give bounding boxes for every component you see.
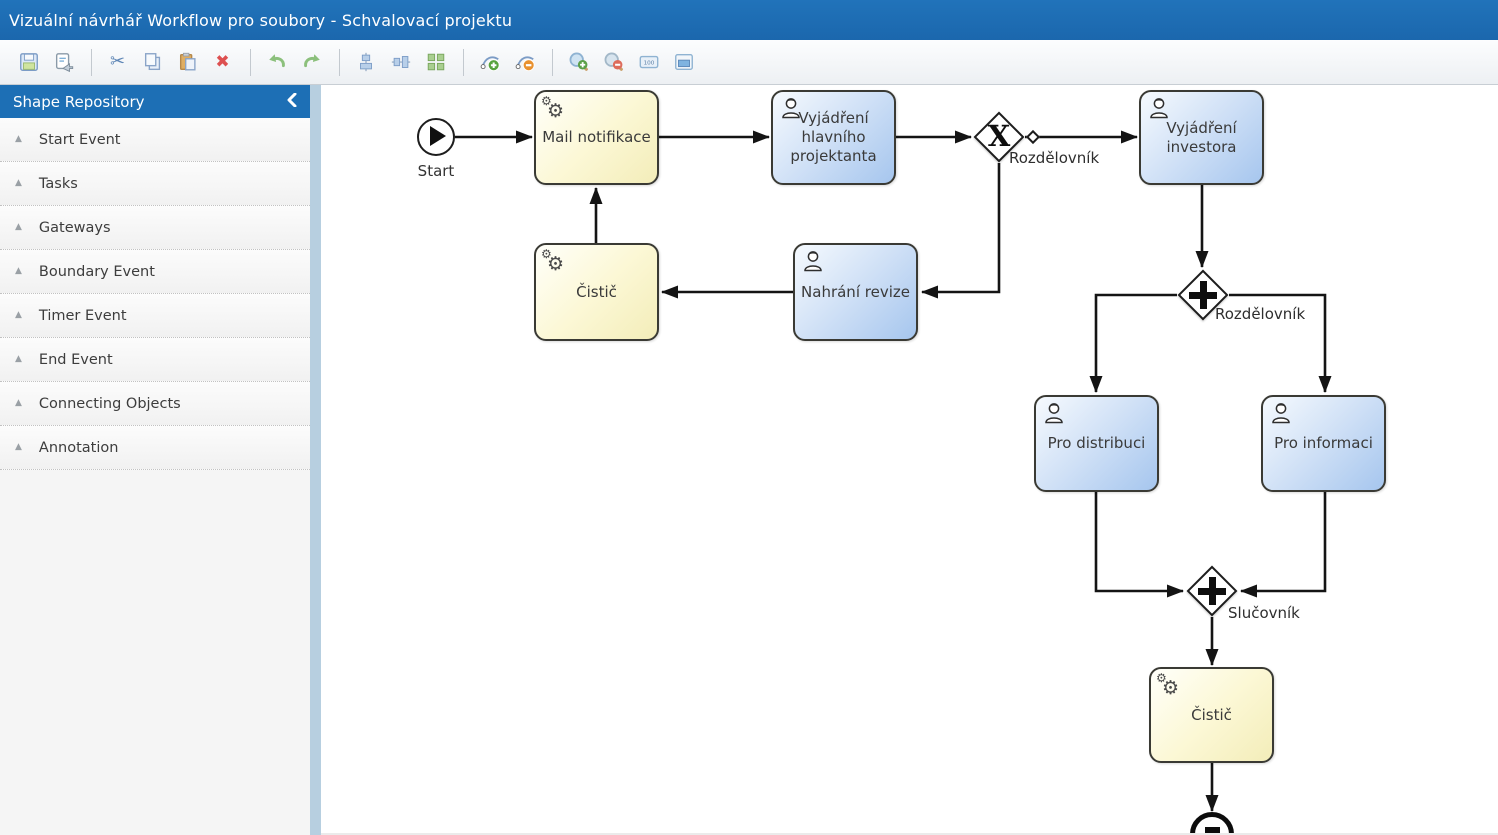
- toolbar-separator: [250, 49, 251, 76]
- collapse-triangle-icon: ▲: [15, 443, 22, 452]
- sidebar-item-connecting-objects[interactable]: ▲ Connecting Objects: [0, 382, 310, 426]
- collapse-triangle-icon: ▲: [15, 399, 22, 408]
- exclusive-gateway-x-icon: X: [988, 122, 1011, 153]
- panel-splitter[interactable]: [310, 85, 321, 835]
- parallel-gateway-plus-icon: [1189, 281, 1217, 309]
- collapse-triangle-icon: ▲: [15, 311, 22, 320]
- chevron-left-icon[interactable]: [287, 93, 297, 111]
- zoom-in-icon[interactable]: [562, 47, 595, 77]
- toolbar-separator: [91, 49, 92, 76]
- flow-split-to-distribuci[interactable]: [1096, 295, 1177, 392]
- toolbar-separator: [463, 49, 464, 76]
- align-vertical-icon[interactable]: [349, 47, 382, 77]
- same-size-icon[interactable]: [419, 47, 452, 77]
- sidebar-item-annotation[interactable]: ▲ Annotation: [0, 426, 310, 470]
- task-label: Čistič: [576, 283, 617, 302]
- toolbar-separator: [339, 49, 340, 76]
- task-cistic-final[interactable]: ⚙⚙ Čistič: [1149, 667, 1274, 763]
- collapse-triangle-icon: ▲: [15, 135, 22, 144]
- task-cistic-revize[interactable]: ⚙⚙ Čistič: [534, 243, 659, 341]
- gateway-label: Rozdělovník: [1009, 149, 1099, 167]
- add-bendpoint-icon[interactable]: [473, 47, 506, 77]
- user-task-person-icon: [1147, 96, 1171, 125]
- task-vyjadreni-projektanta[interactable]: Vyjádření hlavního projektanta: [771, 90, 896, 185]
- collapse-triangle-icon: ▲: [15, 179, 22, 188]
- sidebar-item-end-event[interactable]: ▲ End Event: [0, 338, 310, 382]
- sidebar-item-tasks[interactable]: ▲ Tasks: [0, 162, 310, 206]
- save-icon[interactable]: [12, 47, 45, 77]
- service-task-gear-icon: ⚙⚙: [542, 249, 568, 275]
- service-task-gear-icon: ⚙⚙: [542, 96, 568, 122]
- task-pro-distribuci[interactable]: Pro distribuci: [1034, 395, 1159, 492]
- flow-distribuci-to-join[interactable]: [1096, 492, 1183, 591]
- start-event-icon: [417, 118, 455, 156]
- diagram-canvas[interactable]: Start ⚙⚙ Mail notifikace Vyjádření hlavn…: [321, 85, 1498, 835]
- collapse-triangle-icon: ▲: [15, 355, 22, 364]
- copy-icon[interactable]: [136, 47, 169, 77]
- user-task-person-icon: [1042, 401, 1066, 430]
- task-label: Nahrání revize: [801, 283, 910, 302]
- redo-icon[interactable]: [295, 47, 328, 77]
- gateway-label: Slučovník: [1228, 604, 1300, 622]
- main-toolbar: ✂ ✖ 100: [0, 40, 1498, 85]
- toolbar-separator: [552, 49, 553, 76]
- user-task-person-icon: [779, 96, 803, 125]
- sidebar-item-start-event[interactable]: ▲ Start Event: [0, 118, 310, 162]
- service-task-gear-icon: ⚙⚙: [1157, 673, 1183, 699]
- shape-repository-header[interactable]: Shape Repository: [0, 85, 310, 118]
- sidebar-item-gateways[interactable]: ▲ Gateways: [0, 206, 310, 250]
- task-pro-informaci[interactable]: Pro informaci: [1261, 395, 1386, 492]
- zoom-standard-icon[interactable]: 100: [632, 47, 665, 77]
- parallel-gateway-plus-icon: [1198, 577, 1226, 605]
- task-label: Pro distribuci: [1048, 434, 1146, 453]
- sidebar-item-timer-event[interactable]: ▲ Timer Event: [0, 294, 310, 338]
- collapse-triangle-icon: ▲: [15, 223, 22, 232]
- zoom-out-icon[interactable]: [597, 47, 630, 77]
- user-task-person-icon: [801, 249, 825, 278]
- remove-bendpoint-icon[interactable]: [508, 47, 541, 77]
- task-label: Čistič: [1191, 706, 1232, 725]
- start-event-node[interactable]: Start: [406, 118, 466, 180]
- gateway-label: Rozdělovník: [1215, 305, 1305, 323]
- sidebar-item-boundary-event[interactable]: ▲ Boundary Event: [0, 250, 310, 294]
- flow-informaci-to-join[interactable]: [1241, 492, 1325, 591]
- window-title: Vizuální návrhář Workflow pro soubory - …: [9, 11, 512, 30]
- task-label: Pro informaci: [1274, 434, 1373, 453]
- shape-repository-title: Shape Repository: [13, 93, 145, 111]
- collapse-triangle-icon: ▲: [15, 267, 22, 276]
- start-event-label: Start: [406, 162, 466, 180]
- task-nahrani-revize[interactable]: Nahrání revize: [793, 243, 918, 341]
- task-mail-notifikace[interactable]: ⚙⚙ Mail notifikace: [534, 90, 659, 185]
- shape-repository-panel: Shape Repository ▲ Start Event ▲ Tasks ▲…: [0, 85, 310, 835]
- paste-icon[interactable]: [171, 47, 204, 77]
- window-titlebar: Vizuální návrhář Workflow pro soubory - …: [0, 0, 1498, 40]
- task-label: Mail notifikace: [542, 128, 651, 147]
- delete-icon[interactable]: ✖: [206, 47, 239, 77]
- align-horizontal-icon[interactable]: [384, 47, 417, 77]
- user-task-person-icon: [1269, 401, 1293, 430]
- cut-icon[interactable]: ✂: [101, 47, 134, 77]
- task-vyjadreni-investora[interactable]: Vyjádření investora: [1139, 90, 1264, 185]
- svg-text:100: 100: [643, 60, 654, 66]
- zoom-fit-icon[interactable]: [667, 47, 700, 77]
- save-as-icon[interactable]: [47, 47, 80, 77]
- undo-icon[interactable]: [260, 47, 293, 77]
- flow-gateway-to-nahrani[interactable]: [922, 163, 999, 292]
